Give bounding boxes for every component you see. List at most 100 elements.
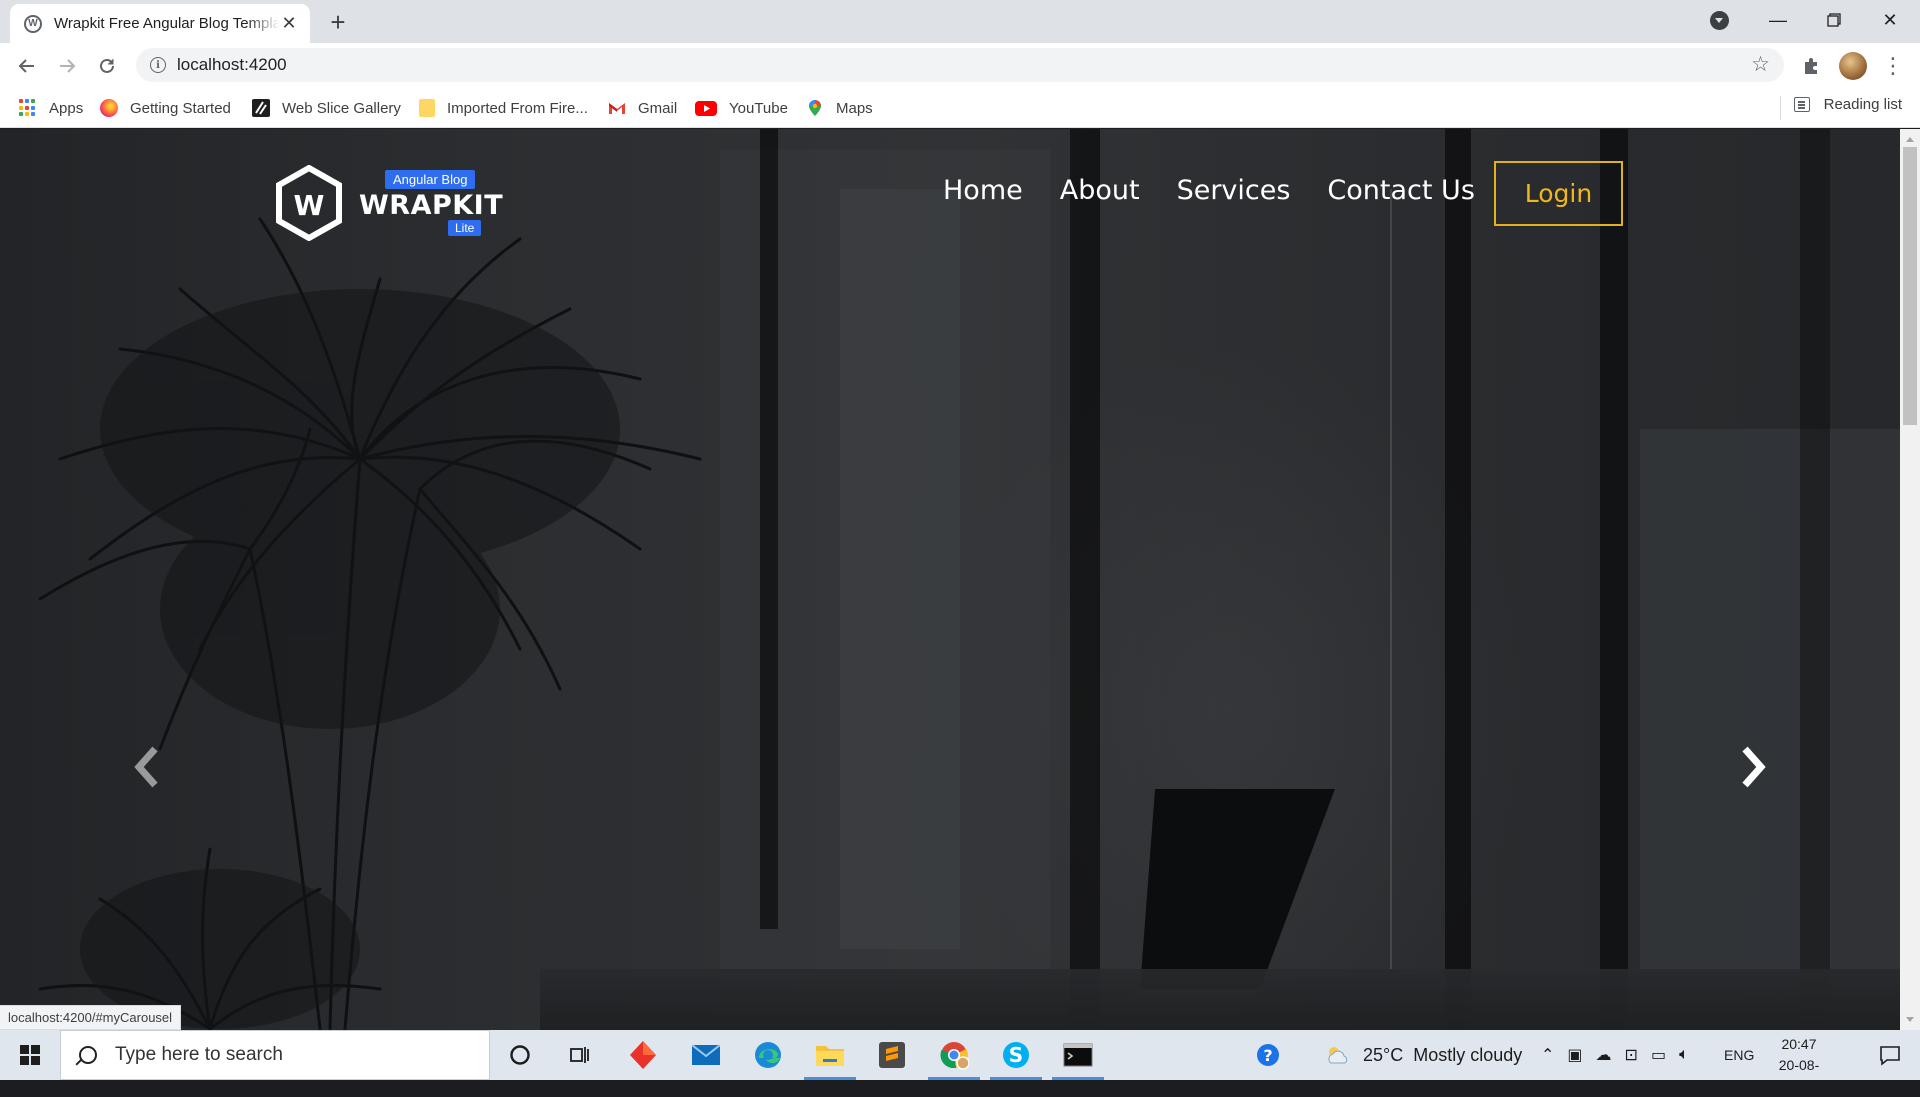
restore-button[interactable] xyxy=(1806,0,1862,40)
bookmarks-divider xyxy=(1780,96,1781,120)
scrollbar-thumb[interactable] xyxy=(1903,147,1917,425)
desk-surface xyxy=(540,969,1900,1030)
scroll-up-arrow-icon[interactable] xyxy=(1906,137,1914,142)
bookmark-imported-folder[interactable]: Imported From Fire... xyxy=(419,96,588,120)
nav-contact-us[interactable]: Contact Us xyxy=(1327,175,1474,206)
bookmark-label: Gmail xyxy=(638,99,678,117)
carousel-next-button[interactable] xyxy=(1733,737,1773,797)
terminal-icon xyxy=(1063,1043,1093,1067)
taskbar-mail[interactable] xyxy=(676,1030,736,1080)
bookmark-apps[interactable]: Apps xyxy=(19,96,83,120)
taskbar-file-explorer[interactable] xyxy=(800,1030,860,1080)
taskbar-app-red-diamond[interactable] xyxy=(613,1030,673,1080)
taskbar-chrome[interactable] xyxy=(924,1030,984,1080)
page-viewport: W Angular Blog WRAPKIT Lite Home About S… xyxy=(0,129,1900,1030)
chevron-up-icon[interactable]: ⌃ xyxy=(1541,1045,1554,1065)
edge-browser-icon xyxy=(755,1042,781,1068)
bookmark-gmail[interactable]: Gmail xyxy=(608,96,677,120)
cortana-circle-icon xyxy=(510,1045,530,1065)
maps-pin-icon xyxy=(806,99,824,117)
search-icon xyxy=(79,1046,97,1064)
meet-now-icon[interactable]: ▣ xyxy=(1567,1045,1582,1065)
site-favicon-icon: W xyxy=(24,14,42,33)
weather-widget[interactable]: 25°C Mostly cloudy xyxy=(1325,1030,1522,1080)
cortana-button[interactable] xyxy=(490,1030,550,1080)
reload-button[interactable] xyxy=(92,51,122,81)
browser-toolbar: i localhost:4200 ☆ ⋮ xyxy=(0,43,1920,88)
tab-close-icon[interactable]: ✕ xyxy=(280,13,298,33)
bookmark-label: Imported From Fire... xyxy=(447,99,588,117)
carousel-prev-button[interactable] xyxy=(127,737,167,797)
system-tray-icons: ⌃ ▣ ☁ ⊡ ▭ 🔈︎ xyxy=(1541,1030,1689,1080)
back-arrow-icon xyxy=(18,59,34,73)
bookmark-maps[interactable]: Maps xyxy=(806,96,873,120)
logo-badge-lite: Lite xyxy=(448,220,482,236)
reading-list-icon xyxy=(1793,97,1810,112)
plant-silhouette xyxy=(38,217,702,1030)
taskbar-search-box[interactable]: Type here to search xyxy=(60,1030,490,1080)
bookmarks-bar: Apps Getting Started Web Slice Gallery I… xyxy=(0,88,1920,128)
notifications-button[interactable] xyxy=(1860,1030,1920,1080)
login-button[interactable]: Login xyxy=(1494,161,1623,226)
bookmark-star-icon[interactable]: ☆ xyxy=(1751,52,1770,77)
task-view-button[interactable] xyxy=(550,1030,610,1080)
skype-icon: S xyxy=(1003,1042,1029,1068)
weather-text: 25°C Mostly cloudy xyxy=(1363,1044,1523,1065)
hero-carousel: W Angular Blog WRAPKIT Lite Home About S… xyxy=(0,129,1900,1030)
help-button[interactable]: ? xyxy=(1238,1030,1298,1080)
close-window-button[interactable]: ✕ xyxy=(1862,0,1918,40)
url-text: localhost:4200 xyxy=(177,55,287,74)
restore-icon xyxy=(1827,13,1841,27)
search-placeholder: Type here to search xyxy=(115,1044,283,1065)
window-frame xyxy=(1800,129,1830,1029)
youtube-icon xyxy=(695,100,717,116)
minimize-button[interactable]: — xyxy=(1750,0,1806,40)
window-frame xyxy=(1070,129,1100,1029)
site-info-icon[interactable]: i xyxy=(150,57,166,73)
address-bar[interactable]: i localhost:4200 ☆ xyxy=(136,48,1784,82)
nav-home[interactable]: Home xyxy=(943,175,1023,206)
language-indicator[interactable]: ENG xyxy=(1724,1030,1754,1080)
forward-button[interactable] xyxy=(52,51,82,81)
back-button[interactable] xyxy=(12,51,42,81)
scroll-down-arrow-icon[interactable] xyxy=(1906,1017,1914,1022)
logo-brand: WRAPKIT xyxy=(359,190,504,221)
profile-avatar[interactable] xyxy=(1839,52,1867,80)
chevron-right-icon xyxy=(1742,746,1766,788)
new-tab-button[interactable]: + xyxy=(324,8,352,36)
menu-kebab-icon[interactable]: ⋮ xyxy=(1880,53,1906,79)
network-icon[interactable]: ⊡ xyxy=(1625,1045,1638,1065)
page-scrollbar[interactable] xyxy=(1900,129,1920,1030)
bookmark-youtube[interactable]: YouTube xyxy=(695,96,788,120)
main-nav: Home About Services Contact Us xyxy=(943,175,1475,206)
battery-icon[interactable]: ▭ xyxy=(1651,1045,1666,1065)
taskbar-terminal[interactable] xyxy=(1048,1030,1108,1080)
logo-letter: W xyxy=(294,189,325,222)
volume-icon[interactable]: 🔈︎ xyxy=(1679,1046,1689,1064)
cloud-sun-icon xyxy=(1328,1047,1348,1064)
task-view-icon xyxy=(570,1047,589,1063)
nav-services[interactable]: Services xyxy=(1177,175,1291,206)
taskbar-sublime-text[interactable] xyxy=(862,1030,922,1080)
start-button[interactable] xyxy=(0,1030,60,1080)
reload-icon xyxy=(100,58,114,73)
onedrive-cloud-icon[interactable]: ☁ xyxy=(1596,1045,1612,1065)
taskbar-edge[interactable] xyxy=(738,1030,798,1080)
windows-taskbar: Type here to search S ? 25°C Mostly clou… xyxy=(0,1030,1920,1094)
bookmark-web-slice-gallery[interactable]: Web Slice Gallery xyxy=(252,96,401,120)
help-question-icon: ? xyxy=(1257,1044,1279,1066)
window-frame xyxy=(1390,189,1392,969)
taskbar-skype[interactable]: S xyxy=(986,1030,1046,1080)
browser-tab[interactable]: W Wrapkit Free Angular Blog Template ✕ xyxy=(10,4,310,43)
bookmark-getting-started[interactable]: Getting Started xyxy=(100,96,231,120)
firefox-icon xyxy=(100,99,118,117)
site-logo[interactable]: W Angular Blog WRAPKIT Lite xyxy=(275,165,504,245)
taskbar-clock[interactable]: 20:47 20-08-2021 xyxy=(1764,1034,1834,1097)
notification-center-icon xyxy=(1880,1046,1900,1066)
extensions-icon[interactable] xyxy=(1799,53,1825,79)
gmail-icon xyxy=(608,99,626,117)
nav-about[interactable]: About xyxy=(1060,175,1140,206)
wrapkit-hex-logo-icon: W xyxy=(276,165,342,241)
tab-search-icon[interactable] xyxy=(1710,11,1729,30)
reading-list-button[interactable]: Reading list xyxy=(1793,96,1902,113)
